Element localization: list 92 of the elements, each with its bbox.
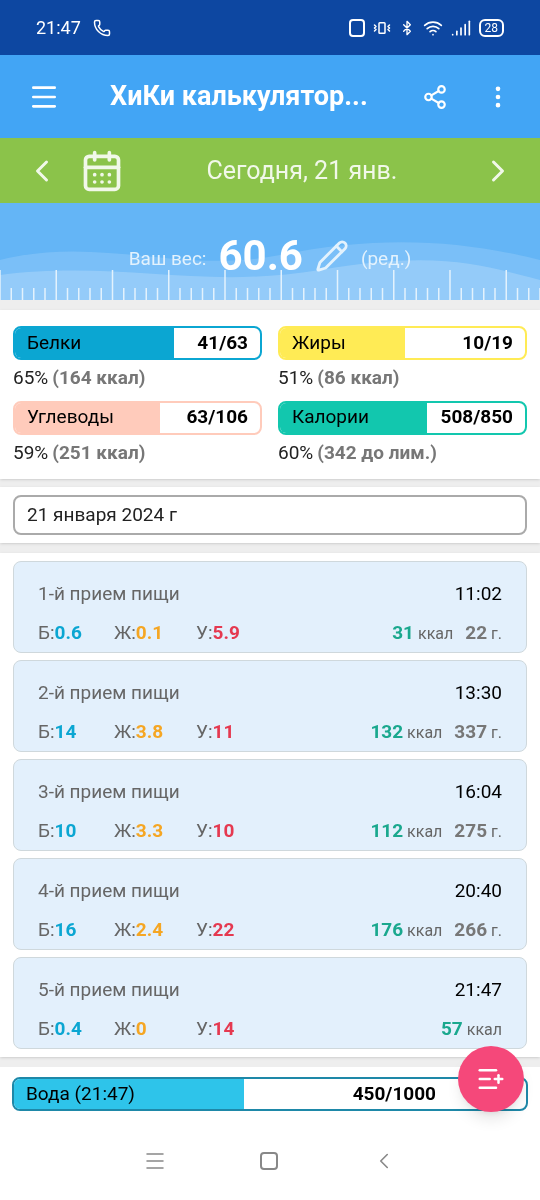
app-title: ХиКи калькулятор...: [110, 79, 368, 115]
water-amount: 450/1000: [352, 1080, 436, 1107]
carbs-label: У:: [196, 718, 213, 745]
carbs-value: 10: [212, 817, 235, 844]
fat-label: Ж:: [114, 817, 136, 844]
fat-label: Ж:: [114, 619, 136, 646]
meal-name: 4-й прием пищи: [38, 878, 180, 904]
meal-name: 2-й прием пищи: [38, 680, 180, 706]
meal-card[interactable]: 3-й прием пищи 16:04 Б:10 Ж:3.3 У:10 112 ккал 275 г.: [13, 759, 527, 851]
meal-card[interactable]: 4-й прием пищи 20:40 Б:16 Ж:2.4 У:22 176 ккал 266 г.: [13, 858, 527, 950]
grams-unit: г.: [491, 919, 502, 942]
protein-value: 16: [54, 916, 77, 943]
protein-value: 0.4: [54, 1015, 82, 1042]
kcal-value: 112: [370, 817, 404, 844]
carbs-label: У:: [196, 1015, 213, 1042]
macro-detail: (86 ккал): [317, 365, 400, 391]
macro-detail: (342 до лим.): [317, 439, 437, 466]
home-icon[interactable]: [260, 1151, 278, 1170]
fat-value: 0.1: [135, 619, 164, 646]
macro-percent: 59%: [13, 439, 49, 466]
carbs-value: 11: [212, 718, 235, 745]
status-time: 21:47: [36, 16, 81, 40]
grams-value: 337: [454, 718, 488, 745]
protein-label: Б:: [38, 817, 55, 844]
macro-amount: 41/63: [197, 329, 248, 356]
carbs-label: У:: [196, 619, 213, 646]
macro-amount: 63/106: [186, 404, 248, 431]
grams-unit: г.: [491, 721, 502, 744]
macro-percent: 60%: [278, 439, 314, 466]
water-label: Вода (21:47): [26, 1080, 135, 1107]
fat-label: Ж:: [114, 916, 136, 943]
weight-value: 60.6: [218, 230, 303, 282]
kcal-unit: ккал: [466, 1018, 502, 1041]
macro-detail: (251 ккал): [52, 439, 146, 466]
fat-label: Ж:: [114, 718, 136, 745]
share-icon[interactable]: [422, 83, 448, 110]
macro-detail: (164 ккал): [52, 365, 146, 391]
carbs-value: 22: [212, 916, 235, 943]
macro-amount: 508/850: [440, 404, 513, 431]
meal-card[interactable]: 2-й прием пищи 13:30 Б:14 Ж:3.8 У:11 132 ккал 337 г.: [13, 660, 527, 752]
macro-name: Жиры: [292, 329, 346, 356]
protein-value: 0.6: [54, 619, 82, 646]
macro-amount: 10/19: [462, 329, 513, 356]
protein-value: 14: [54, 718, 77, 745]
kcal-unit: ккал: [407, 820, 443, 843]
meal-card[interactable]: 1-й прием пищи 11:02 Б:0.6 Ж:0.1 У:5.9 31 ккал 22 г.: [13, 561, 527, 653]
water-bar[interactable]: Вода (21:47) 450/1000: [12, 1077, 528, 1111]
macro-name: Углеводы: [27, 404, 114, 431]
meal-time: 21:47: [454, 977, 502, 1003]
fat-value: 0: [135, 1015, 147, 1042]
protein-label: Б:: [38, 916, 55, 943]
protein-label: Б:: [38, 619, 55, 646]
kcal-unit: ккал: [418, 622, 454, 645]
fat-value: 2.4: [135, 916, 164, 943]
grams-value: 22: [465, 619, 488, 646]
fat-label: Ж:: [114, 1015, 136, 1042]
meal-name: 3-й прием пищи: [38, 779, 180, 805]
macro-name: Белки: [27, 329, 82, 356]
protein-label: Б:: [38, 718, 55, 745]
kcal-value: 176: [370, 916, 404, 943]
grams-unit: г.: [491, 622, 502, 645]
kcal-unit: ккал: [407, 919, 443, 942]
carbs-label: У:: [196, 916, 213, 943]
kcal-value: 57: [440, 1015, 463, 1042]
meal-time: 11:02: [454, 581, 502, 607]
meal-card[interactable]: 5-й прием пищи 21:47 Б:0.4 Ж:0 У:14 57 ккал: [13, 957, 527, 1049]
macro-percent: 51%: [278, 365, 314, 391]
grams-value: 275: [454, 817, 488, 844]
grams-unit: г.: [491, 820, 502, 843]
battery-icon: 28: [478, 18, 504, 37]
kcal-value: 132: [370, 718, 404, 745]
fat-value: 3.8: [135, 718, 164, 745]
date-field[interactable]: 21 января 2024 г: [13, 495, 527, 535]
meal-name: 5-й прием пищи: [38, 977, 180, 1003]
meal-time: 16:04: [454, 779, 502, 805]
date-label: Сегодня, 21 янв.: [205, 154, 399, 187]
meal-name: 1-й прием пищи: [38, 581, 180, 607]
carbs-value: 14: [212, 1015, 235, 1042]
carbs-value: 5.9: [212, 619, 240, 646]
weight-label: Ваш вес:: [128, 246, 207, 273]
meal-time: 20:40: [454, 878, 502, 904]
macro-name: Калории: [292, 404, 369, 431]
protein-value: 10: [54, 817, 77, 844]
kcal-value: 31: [392, 619, 414, 646]
kcal-unit: ккал: [407, 721, 443, 744]
pencil-icon[interactable]: [314, 238, 349, 273]
grams-value: 266: [454, 916, 488, 943]
protein-label: Б:: [38, 1015, 55, 1042]
macro-percent: 65%: [13, 365, 49, 391]
meal-time: 13:30: [454, 680, 502, 706]
carbs-label: У:: [196, 817, 213, 844]
fat-value: 3.3: [135, 817, 164, 844]
